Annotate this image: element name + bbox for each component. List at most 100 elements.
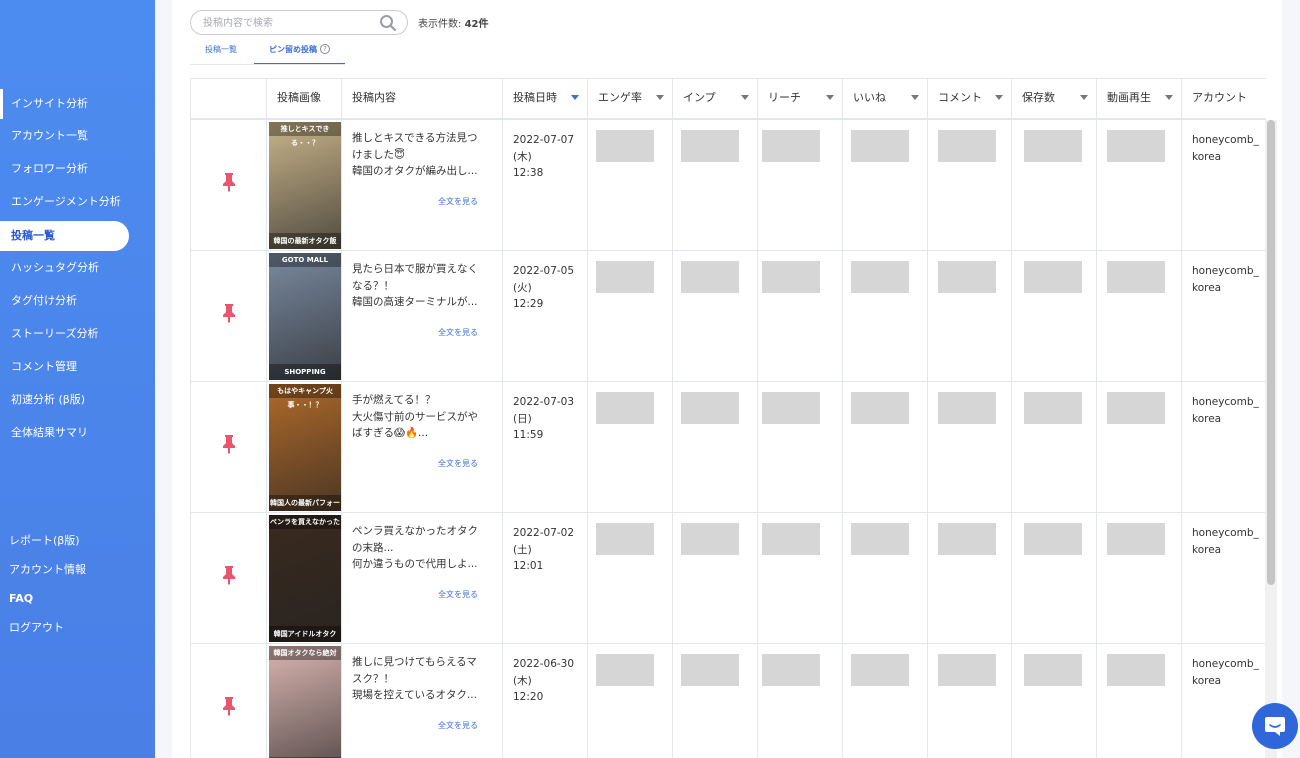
tab-posts[interactable]: 投稿一覧 <box>190 38 252 65</box>
sort-icon[interactable] <box>995 95 1003 100</box>
cell-likes <box>843 251 928 382</box>
sidebar-item-tagging[interactable]: タグ付け分析 <box>0 286 77 316</box>
date-value: 2022-07-07 <box>513 134 575 146</box>
col-impressions[interactable]: インプ <box>673 79 758 119</box>
cell-saves <box>1012 382 1097 513</box>
show-full-text-link[interactable]: 全文を見る <box>438 327 478 338</box>
caption-line: ばすぎる😱🔥... <box>352 427 429 439</box>
caption-line: けました😇 <box>352 148 405 161</box>
col-likes[interactable]: いいね <box>843 79 928 119</box>
metric-placeholder <box>762 261 820 293</box>
metric-placeholder <box>596 261 654 293</box>
sidebar-item-insight[interactable]: インサイト分析 <box>0 89 88 119</box>
sort-icon[interactable] <box>741 95 749 100</box>
account-name: honeycomb_ korea <box>1192 132 1259 165</box>
cell-content: 手が燃えてる！？ 大火傷寸前のサービスがや ばすぎる😱🔥... 全文を見る <box>342 382 503 513</box>
cell-comments <box>928 644 1012 758</box>
pin-icon[interactable] <box>221 434 237 454</box>
metric-placeholder <box>851 392 909 424</box>
sort-icon[interactable] <box>1080 95 1088 100</box>
cell-likes <box>843 513 928 644</box>
col-comments[interactable]: コメント <box>928 79 1012 119</box>
sort-icon[interactable] <box>1165 95 1173 100</box>
sidebar-item-stories[interactable]: ストーリーズ分析 <box>0 319 98 349</box>
time-value: 12:38 <box>513 167 544 179</box>
cell-reach <box>758 251 843 382</box>
post-caption: ペンラ買えなかったオタク の末路... 何か違うもので代用しよ... <box>352 523 492 573</box>
show-full-text-link[interactable]: 全文を見る <box>438 196 478 207</box>
col-impressions-label: インプ <box>683 91 716 104</box>
caption-line: 手が燃えてる！？ <box>352 394 436 406</box>
sidebar-item-comments[interactable]: コメント管理 <box>0 352 77 382</box>
caption-line: 現場を控えているオタク... <box>352 689 477 701</box>
sidebar-item-followers[interactable]: フォロワー分析 <box>0 154 88 184</box>
col-content: 投稿内容 <box>342 79 503 119</box>
cell-impressions <box>673 644 758 758</box>
scrollbar-thumb[interactable] <box>1267 120 1275 585</box>
show-full-text-link[interactable]: 全文を見る <box>438 458 478 469</box>
cell-account: honeycomb_ korea <box>1182 251 1266 382</box>
table-header: 投稿画像 投稿内容 投稿日時 エンゲ率 インプ リーチ いいね コメント 保存数… <box>191 78 1266 120</box>
post-thumbnail[interactable]: GOTO MALL SHOPPING <box>269 253 341 380</box>
help-icon[interactable]: ? <box>320 44 330 54</box>
time-value: 11:59 <box>513 429 544 441</box>
sidebar-item-faq[interactable]: FAQ <box>0 587 33 611</box>
col-reach[interactable]: リーチ <box>758 79 843 119</box>
post-caption: 推しとキスできる方法見つ けました😇 韓国のオタクが編み出し... <box>352 130 492 180</box>
post-caption: 見たら日本で服が買えなく なる？！ 韓国の高速ターミナルが... <box>352 261 492 311</box>
show-full-text-link[interactable]: 全文を見る <box>438 589 478 600</box>
thumbnail-bottom-text: 韓国人の最新パフォーマンス <box>269 495 341 511</box>
tab-pinned[interactable]: ピン留め投稿? <box>254 38 345 65</box>
result-count-value: 42件 <box>464 19 489 30</box>
sort-icon[interactable] <box>656 95 664 100</box>
sidebar-item-accounts[interactable]: アカウント一覧 <box>0 121 88 151</box>
sort-icon[interactable] <box>911 95 919 100</box>
sidebar-item-logout[interactable]: ログアウト <box>0 616 64 640</box>
col-date[interactable]: 投稿日時 <box>503 79 588 119</box>
sidebar-item-account-info[interactable]: アカウント情報 <box>0 558 86 582</box>
sidebar-item-summary[interactable]: 全体結果サマリ <box>0 418 88 448</box>
search-input[interactable] <box>203 15 373 31</box>
post-thumbnail[interactable]: もはやキャンプ火事・・！？ 韓国人の最新パフォーマンス <box>269 384 341 511</box>
col-likes-label: いいね <box>853 91 886 104</box>
pin-icon[interactable] <box>221 696 237 716</box>
cell-content: 推しに見つけてもらえるマ スク？！ 現場を控えているオタク... 全文を見る <box>342 644 503 758</box>
sidebar-item-hashtags[interactable]: ハッシュタグ分析 <box>0 253 99 283</box>
cell-date: 2022-06-30 (木) 12:20 <box>503 644 588 758</box>
cell-impressions <box>673 251 758 382</box>
sidebar-item-posts[interactable]: 投稿一覧 <box>0 221 129 251</box>
col-video-views[interactable]: 動画再生 <box>1097 79 1182 119</box>
post-thumbnail[interactable]: 推しとキスできる・・？ 韓国の最新オタク飯 <box>269 122 341 249</box>
sort-desc-icon[interactable] <box>571 95 579 100</box>
chat-button[interactable] <box>1252 703 1298 749</box>
metric-placeholder <box>851 130 909 162</box>
thumbnail-bottom-text: SHOPPING <box>269 364 341 380</box>
cell-account: honeycomb_ korea <box>1182 644 1266 758</box>
search-icon[interactable] <box>379 14 397 32</box>
pin-icon[interactable] <box>221 303 237 323</box>
caption-line: 見たら日本で服が買えなく <box>352 263 478 275</box>
sidebar-item-engagement[interactable]: エンゲージメント分析 <box>0 187 121 217</box>
sidebar-item-report[interactable]: レポート(β版) <box>0 529 80 553</box>
post-date: 2022-07-03 (日) 11:59 <box>513 394 574 444</box>
metric-placeholder <box>1107 130 1165 162</box>
post-thumbnail[interactable]: 韓国オタクなら絶対推しの顔マスクアレンジ <box>269 646 341 758</box>
caption-line: 韓国の高速ターミナルが... <box>352 296 478 308</box>
result-count: 表示件数: 42件 <box>418 15 488 30</box>
col-engagement[interactable]: エンゲ率 <box>588 79 673 119</box>
account-line: korea <box>1192 674 1222 687</box>
show-full-text-link[interactable]: 全文を見る <box>438 720 478 731</box>
post-thumbnail[interactable]: ペンラを買えなかった 韓国アイドルオタク <box>269 515 341 642</box>
tab-pinned-label: ピン留め投稿 <box>269 45 317 54</box>
metric-placeholder <box>596 523 654 555</box>
sidebar-item-initial-speed[interactable]: 初速分析 (β版) <box>0 385 85 415</box>
post-date: 2022-06-30 (木) 12:20 <box>513 656 574 706</box>
metric-placeholder <box>1024 654 1082 686</box>
col-saves[interactable]: 保存数 <box>1012 79 1097 119</box>
sort-icon[interactable] <box>826 95 834 100</box>
pin-icon[interactable] <box>221 172 237 192</box>
pin-icon[interactable] <box>221 565 237 585</box>
account-line: korea <box>1192 281 1222 294</box>
metric-placeholder <box>681 654 739 686</box>
cell-video-views <box>1097 382 1182 513</box>
